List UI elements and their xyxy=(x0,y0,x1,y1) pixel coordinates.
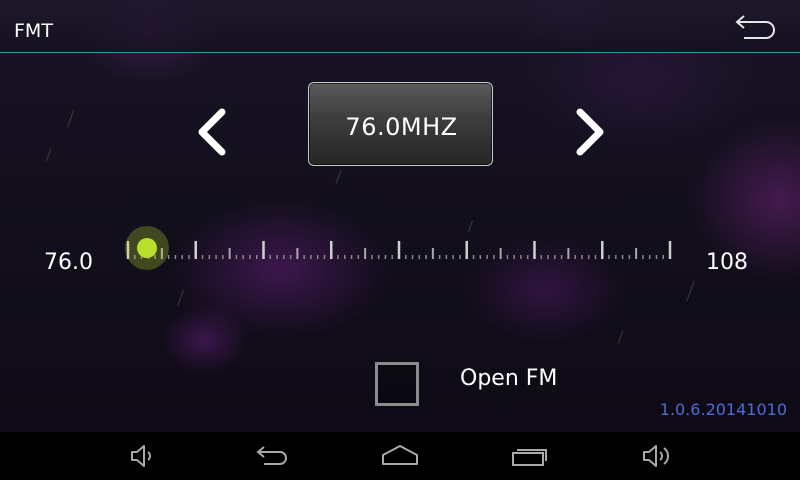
recent-apps-button[interactable] xyxy=(510,440,550,472)
recent-apps-icon xyxy=(512,449,547,466)
background-streak xyxy=(617,330,624,344)
volume-down-button[interactable] xyxy=(124,440,164,472)
app-title: FMT xyxy=(14,20,53,42)
volume-down-icon xyxy=(131,445,151,467)
background-streak xyxy=(177,290,184,306)
navigation-bar xyxy=(0,432,800,480)
frequency-value: 76.0MHZ xyxy=(345,113,458,141)
back-button[interactable] xyxy=(730,12,780,46)
home-button[interactable] xyxy=(380,440,420,472)
title-bar: FMT xyxy=(0,0,800,53)
previous-frequency-button[interactable] xyxy=(190,104,234,160)
slider-thumb[interactable] xyxy=(137,238,157,258)
fm-transmitter-screen: FMT 76.0MHZ 76.0 108 Open FM 1.0.6.20141… xyxy=(0,0,800,480)
chevron-right-icon xyxy=(576,108,604,156)
version-label: 1.0.6.20141010 xyxy=(659,400,787,419)
background-streak xyxy=(335,170,342,184)
volume-up-icon xyxy=(643,445,669,467)
volume-up-button[interactable] xyxy=(638,440,678,472)
range-max-label: 108 xyxy=(706,250,748,275)
back-arrow-icon xyxy=(735,15,775,39)
background-streak xyxy=(66,110,75,128)
frequency-slider[interactable] xyxy=(120,225,690,275)
back-icon xyxy=(256,446,287,465)
background-streak xyxy=(686,280,695,302)
home-icon xyxy=(382,445,418,465)
nav-back-button[interactable] xyxy=(252,440,292,472)
slider-ticks xyxy=(126,241,672,259)
background-streak xyxy=(45,148,52,162)
open-fm-checkbox[interactable] xyxy=(375,362,419,406)
open-fm-label[interactable]: Open FM xyxy=(460,366,557,391)
next-frequency-button[interactable] xyxy=(568,104,612,160)
frequency-display: 76.0MHZ xyxy=(308,82,493,166)
range-min-label: 76.0 xyxy=(44,250,93,275)
chevron-left-icon xyxy=(198,108,226,156)
